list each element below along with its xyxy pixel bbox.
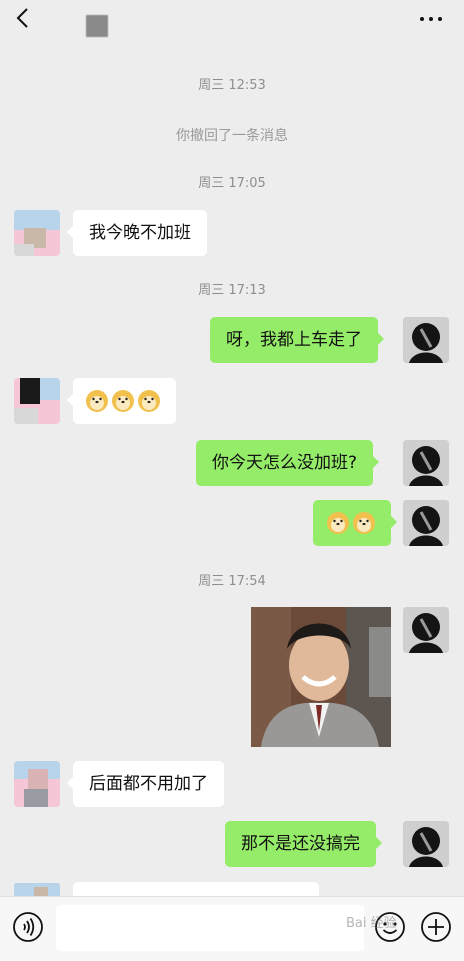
my-avatar[interactable]: [403, 317, 449, 363]
message-bubble-outgoing[interactable]: 呀，我都上车走了: [210, 317, 384, 363]
my-avatar[interactable]: [403, 440, 449, 486]
contact-avatar[interactable]: [14, 378, 60, 424]
my-avatar[interactable]: [403, 500, 449, 546]
message-bubble-incoming[interactable]: 后面都不用加了: [67, 761, 224, 807]
my-avatar[interactable]: [403, 821, 449, 867]
doge-emoji-icon: [353, 512, 375, 534]
timestamp: 周三 17:13: [198, 283, 266, 298]
contact-avatar[interactable]: [14, 210, 60, 256]
chevron-left-icon[interactable]: [12, 6, 36, 30]
message-bubble-outgoing[interactable]: 那不是还没搞完: [225, 821, 382, 867]
more-options-icon[interactable]: [420, 14, 444, 24]
message-bubble-incoming-emoji[interactable]: [67, 378, 176, 424]
doge-emoji-icon: [138, 390, 160, 412]
my-avatar[interactable]: [403, 607, 449, 653]
doge-emoji-icon: [112, 390, 134, 412]
emoji-button-icon[interactable]: [374, 911, 406, 943]
timestamp: 周三 17:54: [198, 574, 266, 589]
input-toolbar: [0, 896, 464, 961]
image-message[interactable]: [251, 607, 391, 747]
doge-emoji-icon: [327, 512, 349, 534]
message-bubble-incoming-partial[interactable]: [73, 882, 319, 896]
timestamp: 周三 12:53: [198, 78, 266, 93]
recall-notice: 你撤回了一条消息: [176, 128, 288, 144]
message-input[interactable]: [56, 905, 364, 951]
message-bubble-incoming[interactable]: 我今晚不加班: [67, 210, 207, 256]
voice-input-icon[interactable]: [12, 911, 44, 943]
plus-button-icon[interactable]: [420, 911, 452, 943]
contact-name-blurred: [86, 15, 108, 37]
chat-header: [0, 0, 464, 44]
contact-avatar[interactable]: [14, 761, 60, 807]
message-bubble-outgoing-emoji[interactable]: [313, 500, 397, 546]
timestamp: 周三 17:05: [198, 176, 266, 191]
doge-emoji-icon: [86, 390, 108, 412]
contact-avatar[interactable]: [14, 882, 60, 896]
message-bubble-outgoing[interactable]: 你今天怎么没加班?: [196, 440, 380, 486]
